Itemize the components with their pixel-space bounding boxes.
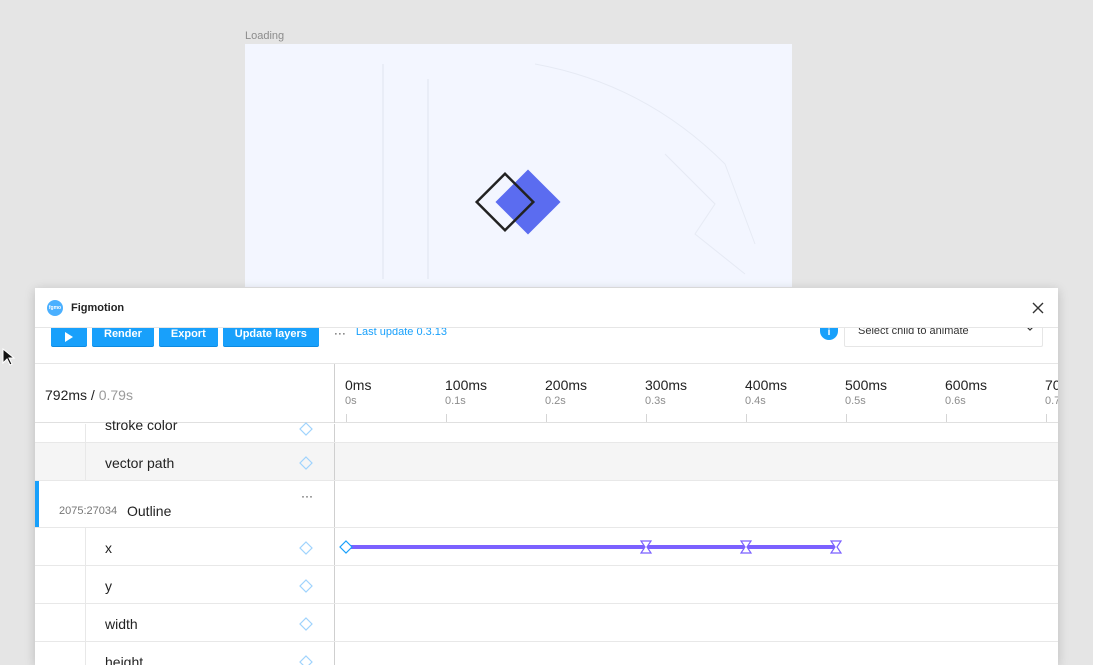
property-row-vector-path[interactable]: vector path bbox=[35, 443, 1058, 481]
property-row-width[interactable]: width bbox=[35, 604, 1058, 642]
selected-layer-indicator bbox=[35, 481, 39, 527]
last-update-link[interactable]: Last update 0.3.13 bbox=[356, 328, 447, 336]
property-row-height[interactable]: height bbox=[35, 642, 1058, 665]
property-label: stroke color bbox=[105, 417, 177, 433]
select-child-dropdown[interactable]: Select child to animate bbox=[844, 328, 1043, 347]
timeline-header: 792ms / 0.79s 0ms0s 100ms0.1s 200ms0.2s … bbox=[35, 364, 1058, 423]
guide-line bbox=[535, 64, 755, 244]
keyframe-toggle-icon[interactable] bbox=[299, 456, 313, 470]
toolbar: Render Export Update layers ··· Last upd… bbox=[35, 328, 1058, 364]
mouse-cursor-icon bbox=[2, 348, 16, 371]
layer-name: Outline bbox=[127, 503, 171, 519]
filled-diamond-shape bbox=[495, 169, 560, 234]
play-button[interactable] bbox=[51, 328, 87, 346]
keyframe-toggle-icon[interactable] bbox=[299, 579, 313, 593]
ruler-tick: 700.7 bbox=[1045, 377, 1058, 407]
chevron-down-icon bbox=[1026, 328, 1034, 332]
layer-id: 2075:27034 bbox=[59, 505, 117, 517]
keyframe-toggle-icon[interactable] bbox=[299, 422, 313, 436]
ruler-tick: 300ms0.3s bbox=[645, 377, 725, 407]
select-child-value: Select child to animate bbox=[858, 328, 969, 337]
close-icon[interactable] bbox=[1030, 300, 1046, 316]
ruler-tick: 500ms0.5s bbox=[845, 377, 925, 407]
property-label: width bbox=[105, 616, 138, 632]
property-label: x bbox=[105, 540, 112, 556]
plugin-title: Figmotion bbox=[71, 302, 124, 314]
ruler-tick: 600ms0.6s bbox=[945, 377, 1025, 407]
loading-frame[interactable] bbox=[245, 44, 792, 287]
guide-line bbox=[665, 154, 745, 274]
ruler-tick: 200ms0.2s bbox=[545, 377, 625, 407]
keyframe-track-x[interactable] bbox=[334, 528, 1058, 565]
property-label: height bbox=[105, 654, 143, 665]
x-keyframes[interactable] bbox=[335, 528, 1058, 566]
property-row-x[interactable]: x bbox=[35, 528, 1058, 566]
keyframe-track[interactable] bbox=[334, 566, 1058, 603]
update-layers-button[interactable]: Update layers bbox=[223, 328, 319, 346]
figmotion-plugin-window: fgmo Figmotion Render Export Update laye… bbox=[35, 288, 1058, 665]
ruler-tick: 400ms0.4s bbox=[745, 377, 825, 407]
keyframe-track[interactable] bbox=[334, 443, 1058, 480]
property-row-y[interactable]: y bbox=[35, 566, 1058, 604]
render-button[interactable]: Render bbox=[92, 328, 154, 346]
keyframe-toggle-icon[interactable] bbox=[299, 617, 313, 631]
ruler-tick: 100ms0.1s bbox=[445, 377, 525, 407]
logo-text: fgmo bbox=[49, 305, 61, 311]
ruler-tick: 0ms0s bbox=[345, 377, 425, 407]
total-duration: 0.79s bbox=[99, 387, 133, 403]
time-readout: 792ms / 0.79s bbox=[45, 387, 133, 403]
keyframe-toggle-icon[interactable] bbox=[299, 655, 313, 665]
frame-artwork bbox=[245, 44, 792, 287]
figmotion-logo-icon: fgmo bbox=[47, 300, 63, 316]
keyframe-track[interactable] bbox=[334, 604, 1058, 641]
keyframe-marker[interactable] bbox=[340, 541, 352, 553]
keyframe-toggle-icon[interactable] bbox=[299, 541, 313, 555]
plugin-titlebar: fgmo Figmotion bbox=[35, 288, 1058, 328]
play-icon bbox=[65, 332, 73, 342]
time-ruler[interactable]: 0ms0s 100ms0.1s 200ms0.2s 300ms0.3s 400m… bbox=[334, 364, 1058, 423]
layer-row-outline[interactable]: 2075:27034 Outline ··· bbox=[35, 481, 1058, 528]
current-time: 792ms bbox=[45, 387, 87, 403]
time-separator: / bbox=[91, 387, 95, 403]
layer-more-button[interactable]: ··· bbox=[301, 489, 313, 503]
property-row-stroke-color[interactable]: stroke color bbox=[35, 424, 1058, 443]
property-rows: stroke color vector path 2075:27034 Outl… bbox=[35, 424, 1058, 665]
frame-label: Loading bbox=[245, 30, 284, 42]
layer-track[interactable] bbox=[334, 481, 1058, 527]
keyframe-track[interactable] bbox=[334, 424, 1058, 442]
more-menu-button[interactable]: ··· bbox=[334, 328, 346, 338]
info-icon[interactable]: i bbox=[820, 328, 838, 340]
property-label: vector path bbox=[105, 455, 174, 471]
export-button[interactable]: Export bbox=[159, 328, 218, 346]
keyframe-track[interactable] bbox=[334, 642, 1058, 665]
property-label: y bbox=[105, 578, 112, 594]
